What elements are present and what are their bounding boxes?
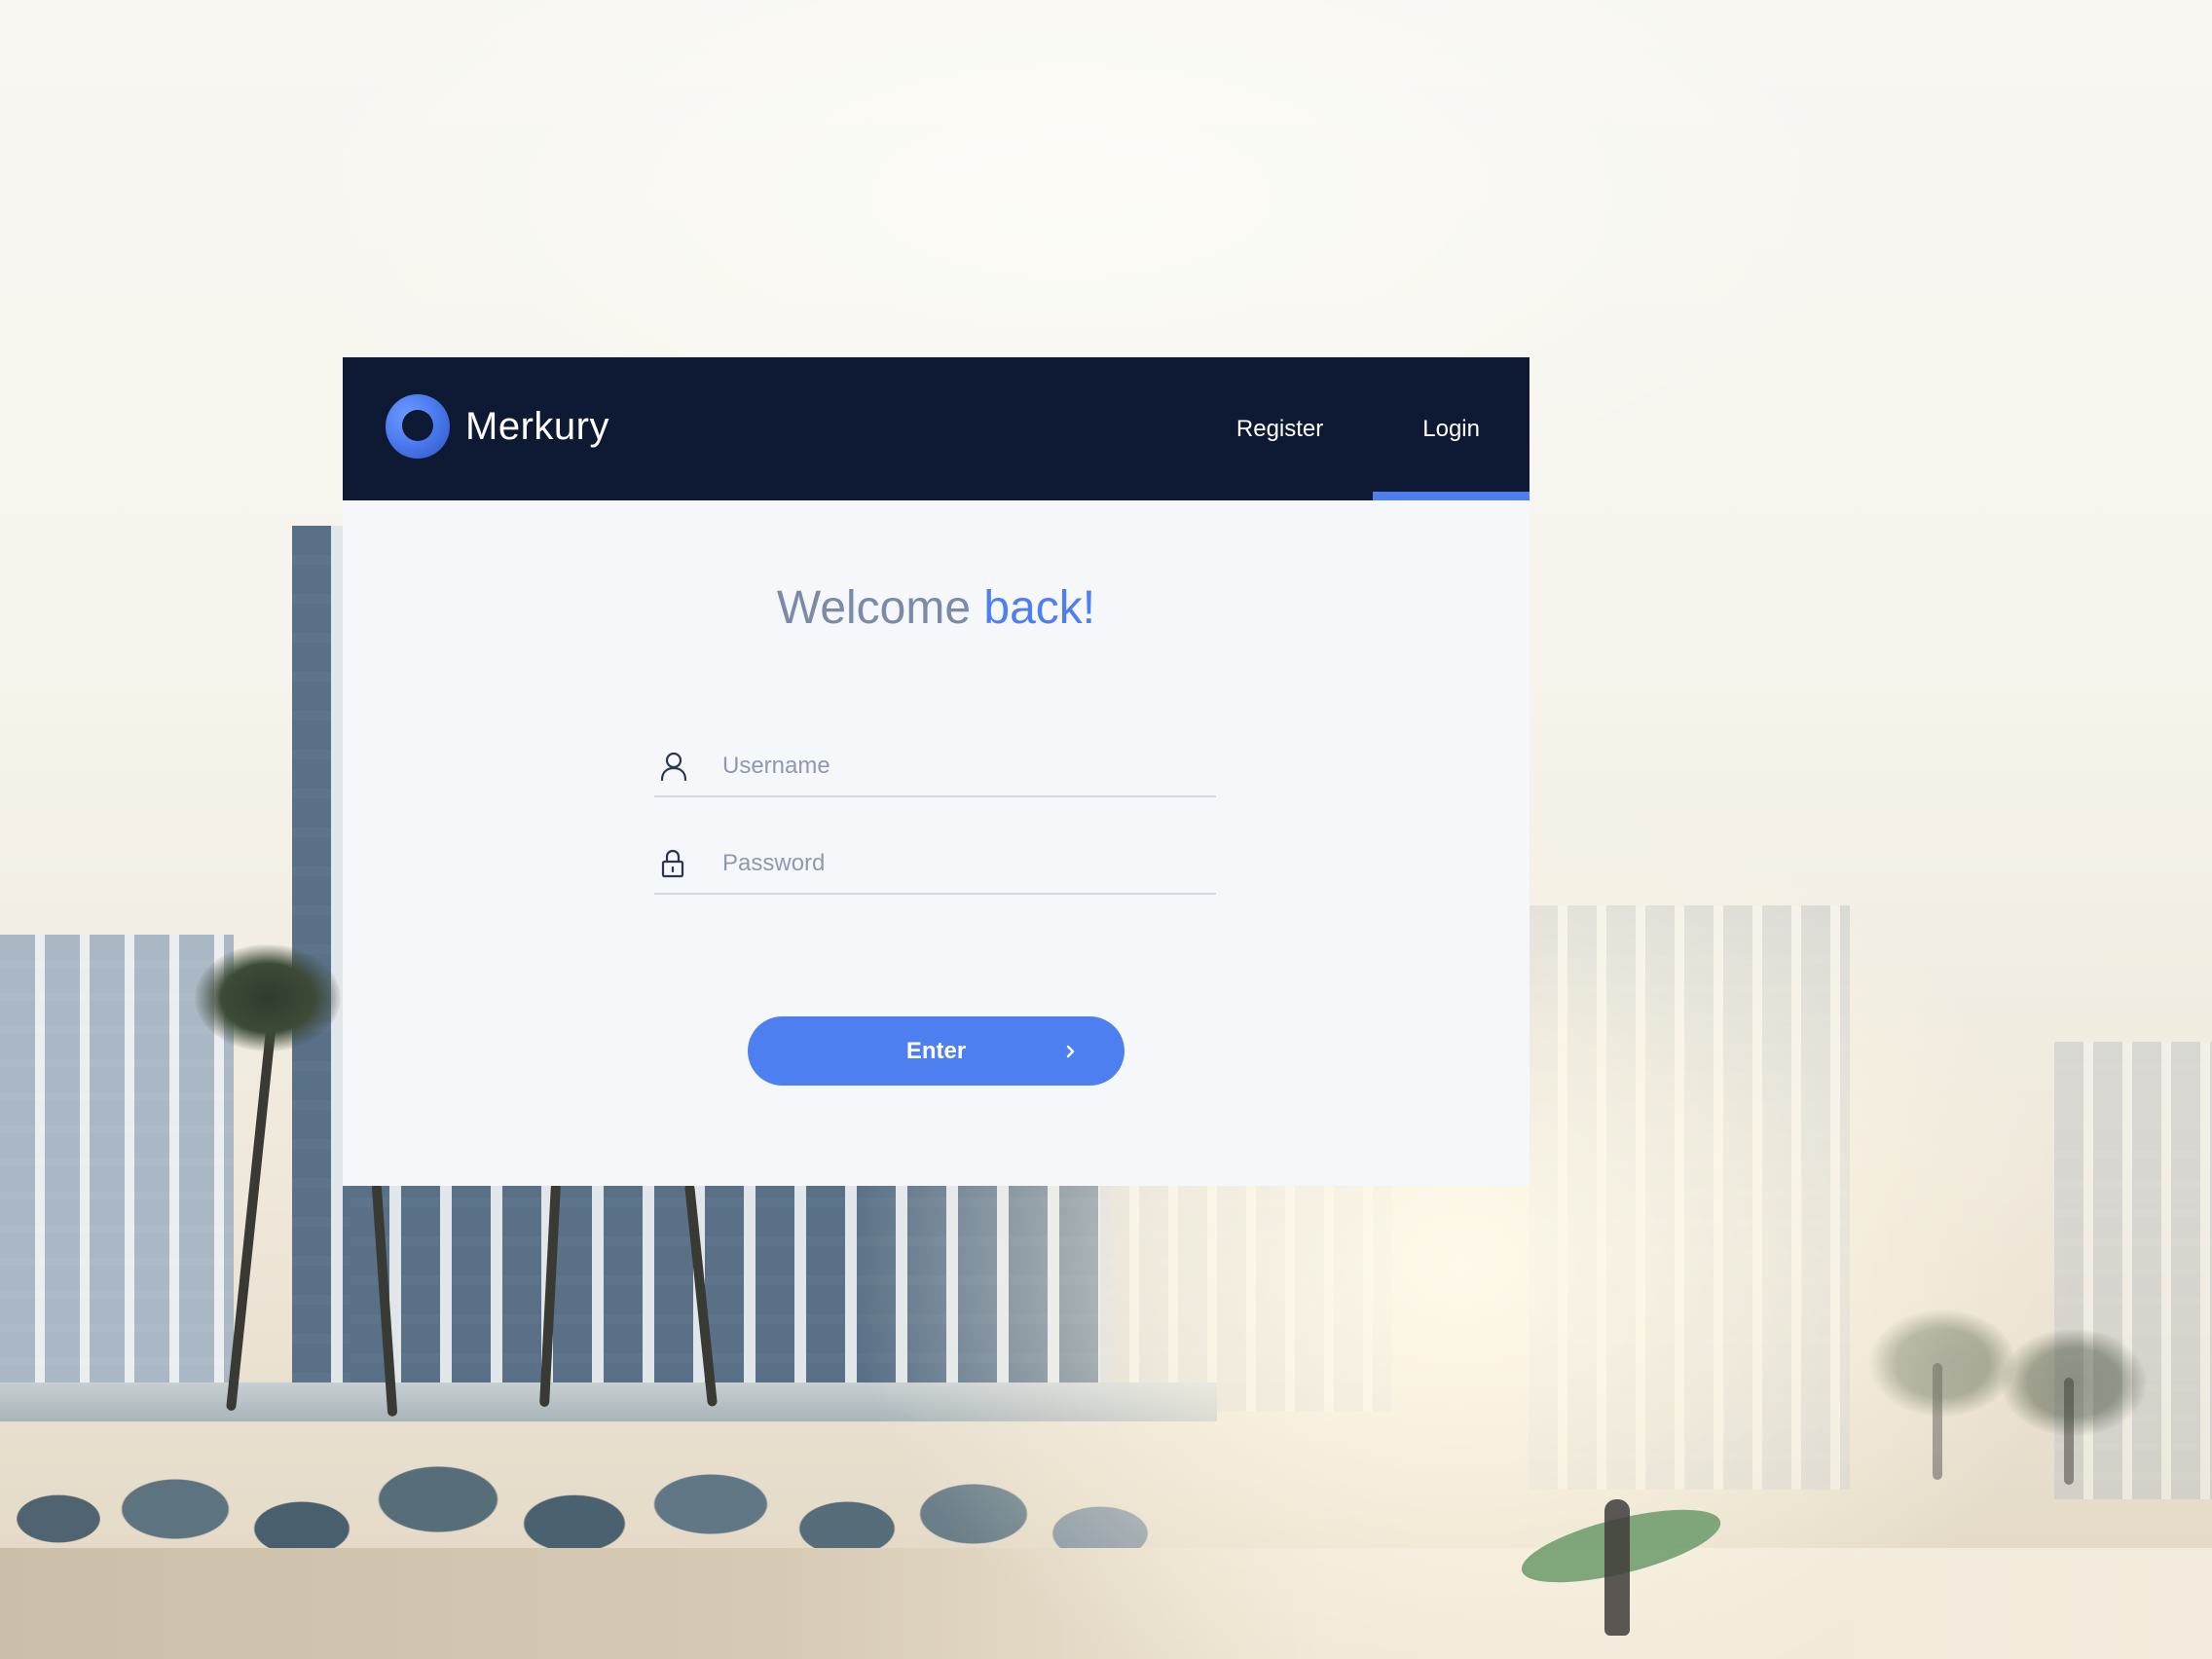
tab-register-label: Register [1235, 415, 1324, 442]
username-field [654, 737, 1216, 797]
password-field [654, 834, 1216, 895]
welcome-heading-main: Welcome [776, 582, 972, 634]
welcome-heading-accent: back! [983, 582, 1096, 634]
brand-name: Merkury [465, 404, 609, 448]
enter-button[interactable]: Enter [748, 1016, 1124, 1086]
tab-login[interactable]: Login [1373, 357, 1530, 500]
username-input[interactable] [720, 752, 1192, 781]
tab-login-label: Login [1422, 415, 1480, 442]
enter-button-label: Enter [905, 1037, 967, 1064]
welcome-heading: Welcome back! [343, 581, 1530, 635]
top-nav-bar: Merkury Register Login [343, 357, 1530, 500]
login-page: Merkury Register Login Welcome back! Use… [0, 0, 2212, 1659]
lock-icon [654, 849, 703, 878]
surfer [1604, 1499, 1630, 1636]
login-card: Merkury Register Login Welcome back! Use… [343, 357, 1530, 1186]
nav-tabs: Register Login [1187, 357, 1530, 500]
login-form: Welcome back! Username Enter [343, 500, 1530, 1186]
tab-register[interactable]: Register [1187, 357, 1373, 500]
brand[interactable]: Merkury [386, 392, 609, 461]
password-input[interactable] [720, 849, 1192, 878]
user-icon [654, 751, 703, 782]
ring-logo-icon [386, 394, 450, 459]
chevron-right-icon [1066, 1045, 1075, 1057]
